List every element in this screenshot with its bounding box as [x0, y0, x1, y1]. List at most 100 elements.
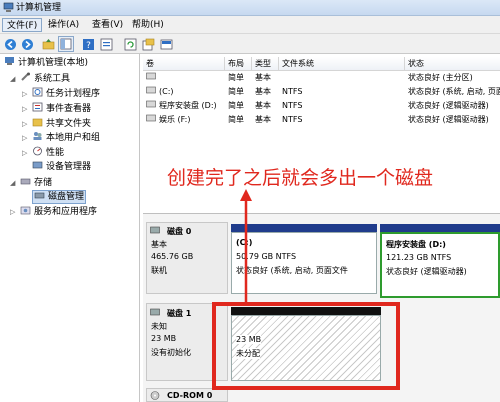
disk1-type: 未知	[151, 322, 167, 331]
disk0-info[interactable]: 磁盘 0 基本 465.76 GB 联机	[146, 222, 228, 294]
computer-management-icon	[5, 57, 14, 65]
back-icon[interactable]	[2, 36, 18, 52]
tools-icon	[21, 72, 30, 81]
toolbar: ?	[0, 34, 500, 54]
partition-c-status: 状态良好 (系统, 启动, 页面文件	[236, 266, 348, 275]
users-icon	[33, 132, 42, 140]
volume-filesystem: NTFS	[282, 87, 303, 96]
partition-d-label: 程序安装盘 (D:)	[386, 240, 446, 249]
services-icon	[20, 206, 31, 215]
window-title: 计算机管理	[16, 3, 62, 13]
column-filesystem[interactable]: 文件系统	[279, 57, 405, 71]
column-layout[interactable]: 布局	[225, 57, 252, 71]
expand-arrow-icon[interactable]: ▷	[22, 87, 27, 101]
volume-layout: 简单	[228, 73, 244, 82]
title-bar: 计算机管理	[0, 0, 500, 16]
tree-local-users[interactable]: 本地用户和组	[32, 131, 100, 145]
tree-root[interactable]: 计算机管理(本地)	[4, 56, 88, 70]
collapse-arrow-icon[interactable]: ◢	[10, 176, 15, 190]
disk-management-icon	[34, 192, 45, 199]
tree-storage-label: 存储	[34, 178, 53, 188]
performance-icon	[33, 146, 42, 156]
drive-icon	[146, 99, 156, 113]
partition-d[interactable]: 程序安装盘 (D:) 121.23 GB NTFS 状态良好 (逻辑驱动器)	[380, 232, 500, 298]
disk-icon	[150, 308, 160, 316]
task-scheduler-icon	[32, 87, 43, 97]
disk0-status: 联机	[151, 266, 167, 275]
tree-services-label: 服务和应用程序	[34, 207, 98, 217]
expand-arrow-icon[interactable]: ▷	[10, 205, 15, 219]
menu-bar: 文件(F) 操作(A) 查看(V) 帮助(H)	[0, 16, 500, 34]
disk-icon	[150, 226, 160, 234]
drive-icon	[146, 71, 156, 85]
volume-status: 状态良好 (系统, 启动, 页面文件, 活动, 故障转储, 主分区)	[408, 87, 500, 96]
export-icon[interactable]	[140, 36, 156, 52]
volume-name: 娱乐 (F:)	[159, 115, 191, 124]
cdrom-info[interactable]: CD-ROM 0	[146, 388, 228, 402]
forward-icon[interactable]	[19, 36, 35, 52]
device-manager-icon	[32, 161, 43, 169]
computer-management-icon	[3, 2, 14, 12]
disk0-name: 磁盘 0	[167, 227, 192, 236]
drive-icon	[146, 113, 156, 127]
menu-help[interactable]: 帮助(H)	[128, 18, 168, 32]
collapse-arrow-icon[interactable]: ◢	[10, 72, 15, 86]
menu-view[interactable]: 查看(V)	[88, 18, 127, 32]
column-volume[interactable]: 卷	[143, 57, 225, 71]
shared-folder-icon	[32, 118, 43, 127]
tree-device-manager[interactable]: 设备管理器	[32, 160, 91, 174]
annotation-highlight-box	[212, 302, 400, 390]
volume-type: 基本	[255, 115, 271, 124]
volume-type: 基本	[255, 87, 271, 96]
view-icon[interactable]	[158, 36, 174, 52]
tree-task-scheduler[interactable]: 任务计划程序	[32, 87, 100, 101]
refresh-icon[interactable]	[122, 36, 138, 52]
drive-icon	[146, 85, 156, 99]
tree-shared-folders-label: 共享文件夹	[46, 119, 92, 129]
console-tree-icon[interactable]	[58, 36, 74, 52]
volume-filesystem: NTFS	[282, 115, 303, 124]
event-viewer-icon	[32, 102, 43, 112]
menu-action[interactable]: 操作(A)	[44, 18, 83, 32]
tree-disk-management[interactable]: 磁盘管理	[34, 190, 84, 204]
tree-event-viewer[interactable]: 事件查看器	[32, 102, 91, 116]
properties-icon[interactable]	[98, 36, 114, 52]
partition-d-status: 状态良好 (逻辑驱动器)	[386, 267, 467, 276]
up-folder-icon[interactable]	[40, 36, 56, 52]
tree-storage[interactable]: 存储	[20, 176, 52, 190]
tree-shared-folders[interactable]: 共享文件夹	[32, 117, 91, 131]
storage-icon	[20, 178, 31, 185]
volume-status: 状态良好 (逻辑驱动器)	[408, 115, 489, 124]
volume-layout: 简单	[228, 87, 244, 96]
tree-event-viewer-label: 事件查看器	[46, 104, 92, 114]
expand-arrow-icon[interactable]: ▷	[22, 102, 27, 116]
partition-bar-d	[380, 224, 500, 232]
disk0-size: 465.76 GB	[151, 252, 194, 261]
expand-arrow-icon[interactable]: ▷	[22, 131, 27, 145]
tree-performance-label: 性能	[46, 148, 65, 158]
help-icon[interactable]: ?	[80, 36, 96, 52]
column-status[interactable]: 状态	[405, 57, 500, 71]
tree-services[interactable]: 服务和应用程序	[20, 205, 97, 219]
svg-text:?: ?	[86, 41, 91, 51]
expand-arrow-icon[interactable]: ▷	[22, 146, 27, 160]
volume-list-header: 卷 布局 类型 文件系统 状态	[143, 57, 500, 71]
menu-file[interactable]: 文件(F)	[2, 18, 43, 32]
cdrom-name: CD-ROM 0	[167, 391, 213, 400]
volume-row[interactable]: 简单 基本 状态良好 (主分区)	[143, 71, 500, 85]
tree-disk-management-label: 磁盘管理	[48, 192, 85, 202]
tree-system-tools[interactable]: 系统工具	[20, 72, 70, 86]
volume-status: 状态良好 (逻辑驱动器)	[408, 101, 489, 110]
volume-name: (C:)	[159, 87, 174, 96]
volume-row[interactable]: 程序安装盘 (D:) 简单 基本 NTFS 状态良好 (逻辑驱动器)	[143, 99, 500, 113]
disk1-name: 磁盘 1	[167, 309, 192, 318]
volume-layout: 简单	[228, 101, 244, 110]
volume-row[interactable]: (C:) 简单 基本 NTFS 状态良好 (系统, 启动, 页面文件, 活动, …	[143, 85, 500, 99]
column-type[interactable]: 类型	[252, 57, 279, 71]
tree-local-users-label: 本地用户和组	[46, 133, 101, 143]
expand-arrow-icon[interactable]: ▷	[22, 117, 27, 131]
tree-root-label: 计算机管理(本地)	[18, 58, 89, 68]
volume-filesystem: NTFS	[282, 101, 303, 110]
volume-row[interactable]: 娱乐 (F:) 简单 基本 NTFS 状态良好 (逻辑驱动器)	[143, 113, 500, 127]
tree-performance[interactable]: 性能	[32, 146, 64, 160]
